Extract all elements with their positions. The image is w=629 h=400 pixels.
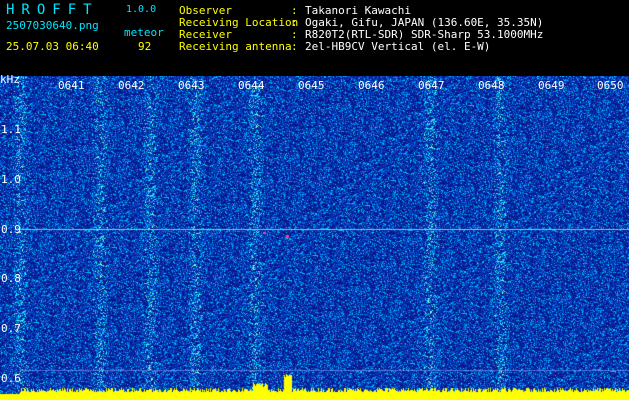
spectrogram <box>0 76 629 400</box>
x-tick-label: 0647 <box>418 79 445 92</box>
x-tick-label: 0650 <box>597 79 624 92</box>
info-separator: : <box>291 40 298 53</box>
mode-label: meteor <box>124 26 164 39</box>
frequency-unit-label: kHz <box>0 73 20 86</box>
file-name: 2507030640.png <box>6 19 99 32</box>
info-value: 2el-HB9CV Vertical (el. E-W) <box>305 40 491 53</box>
x-tick-label: 0649 <box>538 79 565 92</box>
y-tick-label: 1.1 <box>1 123 21 136</box>
y-tick-label: 1.0 <box>1 173 21 186</box>
y-tick-label: 0.8 <box>1 272 21 285</box>
station-info: Observer : Takanori Kawachi Receiving Lo… <box>179 5 543 53</box>
y-tick-label: 0.6 <box>1 372 21 385</box>
app-title: HROFFT <box>6 2 99 18</box>
x-tick-label: 0646 <box>358 79 385 92</box>
y-tick-label: 0.9 <box>1 223 21 236</box>
x-tick-label: 0648 <box>478 79 505 92</box>
app-version: 1.0.0 <box>126 4 157 15</box>
y-tick-label: 0.7 <box>1 322 21 335</box>
meteor-count: 92 <box>138 40 152 53</box>
x-tick-label: 0641 <box>58 79 85 92</box>
x-tick-label: 0645 <box>298 79 325 92</box>
header-panel: HROFFT 1.0.0 2507030640.png meteor 25.07… <box>0 0 629 76</box>
x-tick-label: 0644 <box>238 79 265 92</box>
info-label: Receiving antenna <box>179 40 292 53</box>
x-tick-label: 0642 <box>118 79 145 92</box>
x-tick-label: 0643 <box>178 79 205 92</box>
capture-datetime: 25.07.03 06:40 <box>6 40 99 53</box>
info-row-antenna: Receiving antenna : 2el-HB9CV Vertical (… <box>179 41 543 53</box>
